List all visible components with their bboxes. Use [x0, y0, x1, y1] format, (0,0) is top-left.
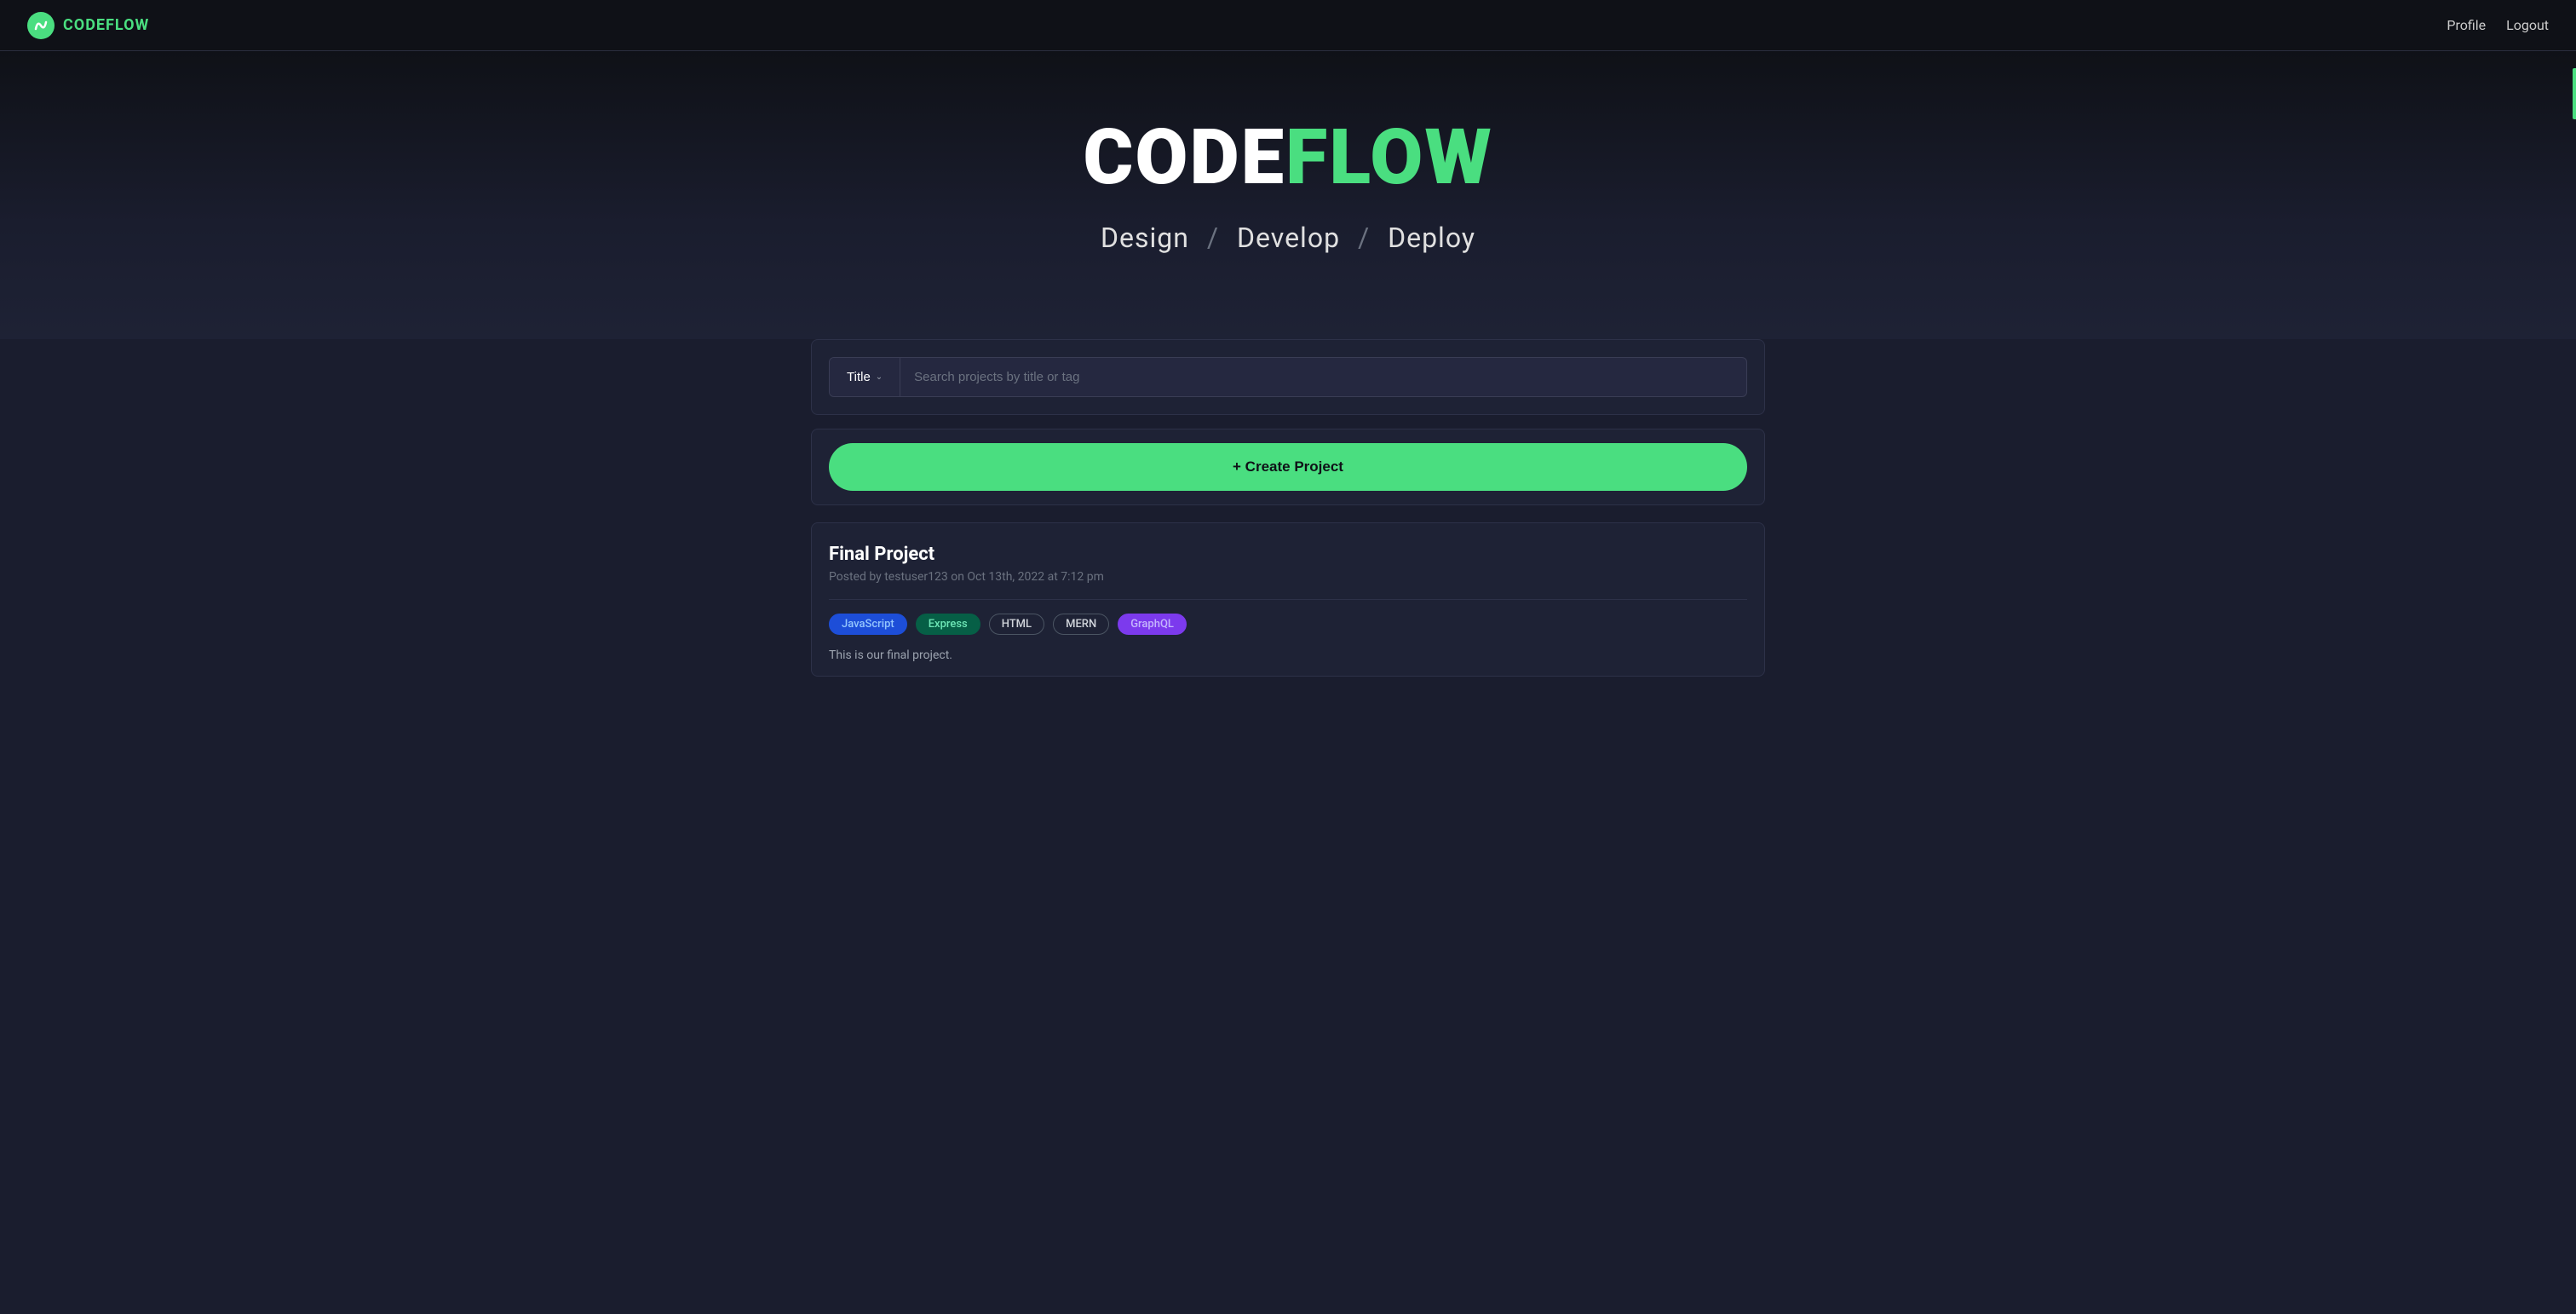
brand-text: CODEFLOW	[63, 16, 149, 34]
navbar: CODEFLOW Profile Logout	[0, 0, 2576, 51]
nav-links: Profile Logout	[2447, 17, 2549, 33]
project-divider	[829, 599, 1747, 600]
project-card: Final Project Posted by testuser123 on O…	[811, 522, 1765, 677]
hero-title-code: CODE	[1083, 112, 1285, 202]
project-title: Final Project	[829, 544, 1747, 565]
main-content: Title ⌄ + Create Project Final Project P…	[726, 339, 1850, 677]
hero-separator-1: /	[1207, 222, 1227, 254]
search-row: Title ⌄	[829, 357, 1747, 397]
hero-section: CODEFLOW Design / Develop / Deploy	[0, 51, 2576, 339]
tag-express[interactable]: Express	[916, 614, 980, 635]
hero-subtitle-develop: Develop	[1237, 222, 1340, 254]
codeflow-logo-icon	[27, 12, 55, 39]
tag-mern[interactable]: MERN	[1053, 614, 1109, 635]
create-project-button[interactable]: + Create Project	[829, 443, 1747, 491]
project-description: This is our final project.	[829, 648, 1747, 676]
chevron-down-icon: ⌄	[876, 372, 883, 382]
hero-subtitle: Design / Develop / Deploy	[1101, 222, 1475, 254]
search-input[interactable]	[900, 358, 1746, 396]
hero-title: CODEFLOW	[1083, 119, 1492, 196]
tag-html[interactable]: HTML	[989, 614, 1044, 635]
right-accent-bar	[2573, 68, 2576, 119]
create-project-section: + Create Project	[811, 429, 1765, 505]
hero-subtitle-deploy: Deploy	[1388, 222, 1475, 254]
hero-separator-2: /	[1358, 222, 1377, 254]
search-filter-button[interactable]: Title ⌄	[830, 358, 900, 396]
project-meta: Posted by testuser123 on Oct 13th, 2022 …	[829, 570, 1747, 584]
hero-title-flow: FLOW	[1285, 112, 1493, 202]
brand-logo[interactable]: CODEFLOW	[27, 12, 149, 39]
nav-profile-link[interactable]: Profile	[2447, 17, 2486, 33]
project-tags: JavaScript Express HTML MERN GraphQL	[829, 614, 1747, 635]
search-filter-label: Title	[847, 370, 871, 384]
nav-logout-link[interactable]: Logout	[2506, 17, 2549, 33]
tag-graphql[interactable]: GraphQL	[1118, 614, 1187, 635]
tag-javascript[interactable]: JavaScript	[829, 614, 907, 635]
search-section: Title ⌄	[811, 339, 1765, 415]
hero-subtitle-design: Design	[1101, 222, 1189, 254]
